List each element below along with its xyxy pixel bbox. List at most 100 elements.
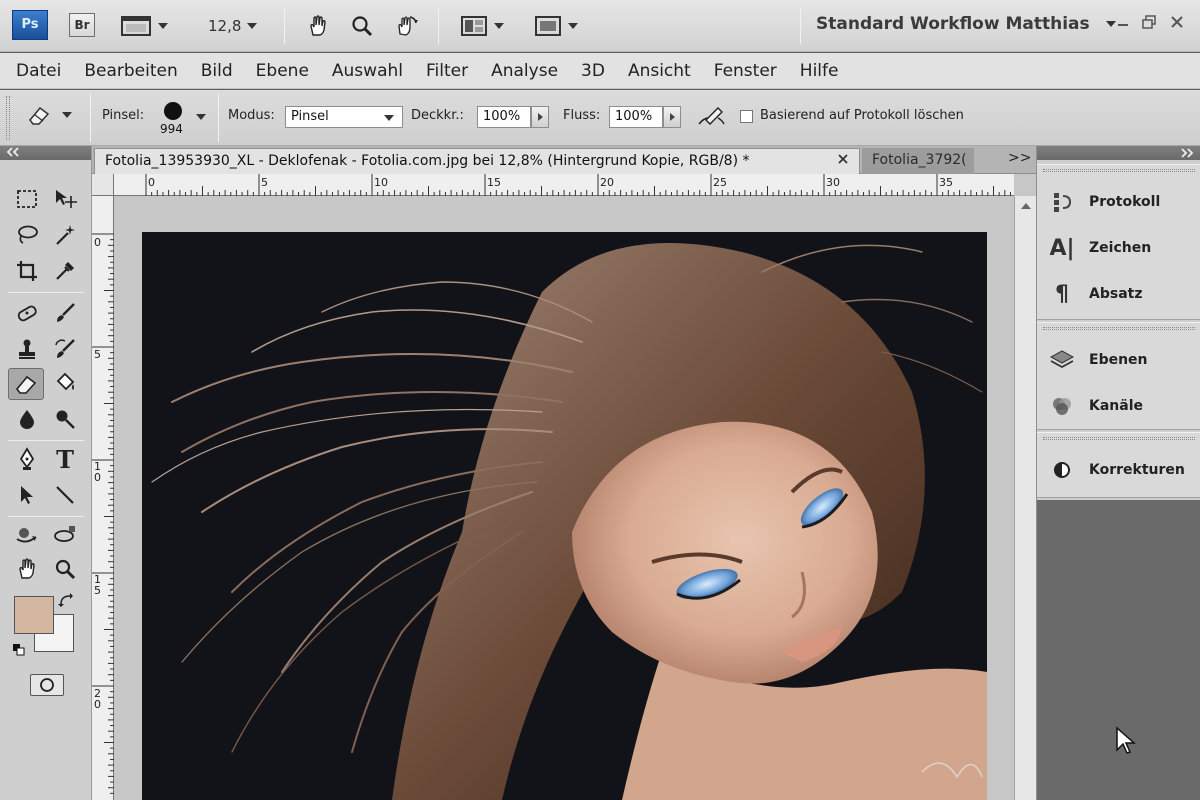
dodge-tool[interactable] [48, 404, 82, 434]
type-icon: T [56, 444, 74, 474]
path-selection-tool[interactable] [10, 480, 44, 510]
zoom-tool-button[interactable] [350, 12, 374, 40]
vertical-ruler[interactable]: 0 5 1 0 1 5 2 0 [92, 196, 114, 800]
tool-preset-picker[interactable] [26, 104, 72, 126]
rotate-view-button[interactable] [394, 12, 420, 40]
menu-bearbeiten[interactable]: Bearbeiten [84, 61, 177, 81]
document-canvas[interactable] [142, 232, 987, 800]
close-tab-button[interactable] [837, 153, 849, 169]
horizontal-ruler[interactable]: 0 5 10 15 20 25 30 35 [114, 174, 1014, 196]
menu-datei[interactable]: Datei [16, 61, 61, 81]
panel-ebenen[interactable]: Ebenen [1049, 347, 1148, 373]
scroll-up-icon[interactable] [1015, 196, 1036, 216]
document-tab-inactive[interactable]: Fotolia_3792( [862, 148, 974, 174]
menu-auswahl[interactable]: Auswahl [332, 61, 403, 81]
menu-3d[interactable]: 3D [581, 61, 605, 81]
type-tool[interactable]: T [48, 444, 82, 474]
flow-field[interactable]: 100% [609, 106, 663, 128]
panel-protokoll[interactable]: Protokoll [1049, 189, 1160, 215]
quick-mask-icon [40, 678, 54, 692]
document-tab-active[interactable]: Fotolia_13953930_XL - Deklofenak - Fotol… [94, 148, 860, 174]
erase-to-history-checkbox[interactable] [740, 110, 753, 123]
tools-panel-header[interactable] [0, 146, 91, 160]
opacity-slider-button[interactable] [531, 106, 549, 128]
workspace-switcher[interactable]: Standard Workflow Matthias [816, 14, 1116, 34]
photoshop-window: Ps Br 12,8 Standard Workflow Matthias Da… [0, 0, 1200, 800]
paint-bucket-tool[interactable] [48, 368, 82, 398]
brush-tool[interactable] [48, 298, 82, 328]
screen-mode-button[interactable] [120, 12, 168, 40]
swap-colors-button[interactable] [58, 592, 74, 612]
ruler-label: 30 [826, 176, 840, 189]
menu-analyse[interactable]: Analyse [491, 61, 558, 81]
hand-tool[interactable] [10, 554, 44, 584]
default-colors-button[interactable] [12, 642, 26, 661]
options-grip[interactable] [6, 96, 10, 140]
quick-mask-button[interactable] [30, 674, 64, 696]
menu-hilfe[interactable]: Hilfe [800, 61, 839, 81]
zoom-tool[interactable] [48, 554, 82, 584]
mode-select[interactable]: Pinsel [285, 106, 403, 128]
flow-label: Fluss: [563, 108, 601, 123]
magic-wand-tool[interactable] [48, 220, 82, 250]
3d-rotate-tool[interactable] [10, 520, 44, 550]
chevron-down-icon [1105, 21, 1116, 27]
move-tool[interactable] [48, 184, 82, 214]
character-icon: A| [1049, 235, 1075, 261]
panel-zeichen[interactable]: A| Zeichen [1049, 235, 1151, 261]
airbrush-button[interactable] [696, 104, 726, 132]
panel-absatz[interactable]: ¶ Absatz [1049, 281, 1142, 307]
menu-bar: Datei Bearbeiten Bild Ebene Auswahl Filt… [0, 53, 1200, 89]
foreground-color-swatch[interactable] [14, 596, 54, 634]
swap-colors-icon [58, 593, 73, 607]
panel-group-grip[interactable] [1043, 327, 1195, 330]
bridge-button[interactable]: Br [69, 13, 95, 37]
restore-button[interactable] [1142, 14, 1156, 33]
panel-dock-header[interactable] [1037, 146, 1200, 160]
more-tabs-button[interactable]: >> [1008, 150, 1031, 166]
menu-bild[interactable]: Bild [201, 61, 233, 81]
opacity-field[interactable]: 100% [477, 106, 531, 128]
default-colors-icon [13, 644, 25, 656]
marquee-tool[interactable] [10, 184, 44, 214]
brush-picker[interactable]: 994 [160, 98, 188, 138]
zoom-level-select[interactable]: 12,8 [208, 12, 258, 40]
dodge-icon [56, 410, 75, 429]
pen-tool[interactable] [10, 444, 44, 474]
vertical-scrollbar[interactable] [1014, 196, 1036, 800]
menu-ebene[interactable]: Ebene [256, 61, 309, 81]
3d-orbit-tool[interactable] [48, 520, 82, 550]
marquee-icon [17, 190, 37, 208]
magic-wand-icon [56, 225, 75, 245]
chevron-down-icon [494, 23, 504, 29]
healing-brush-tool[interactable] [10, 298, 44, 328]
clone-stamp-tool[interactable] [10, 334, 44, 364]
menu-filter[interactable]: Filter [426, 61, 468, 81]
crop-tool[interactable] [10, 256, 44, 286]
chevron-down-icon[interactable] [196, 114, 206, 120]
lasso-tool[interactable] [10, 220, 44, 250]
mouse-cursor-icon [1116, 726, 1136, 754]
menu-ansicht[interactable]: Ansicht [628, 61, 691, 81]
hand-tool-icon [310, 15, 326, 36]
panel-korrekturen[interactable]: Korrekturen [1049, 457, 1185, 483]
lasso-icon [18, 225, 38, 244]
panel-kanaele[interactable]: Kanäle [1049, 393, 1143, 419]
ruler-label: 1 0 [94, 460, 101, 484]
screen-mode-select-button[interactable] [534, 12, 578, 40]
hand-tool-button[interactable] [306, 12, 330, 40]
eraser-tool[interactable] [8, 368, 44, 400]
minimize-button[interactable] [1116, 14, 1130, 33]
ruler-origin[interactable] [92, 174, 114, 196]
arrange-documents-button[interactable] [460, 12, 504, 40]
blur-tool[interactable] [10, 404, 44, 434]
close-button[interactable] [1170, 14, 1184, 33]
line-tool[interactable] [48, 480, 82, 510]
eyedropper-tool[interactable] [48, 256, 82, 286]
ruler-label: 0 [148, 176, 155, 189]
history-brush-tool[interactable] [48, 334, 82, 364]
flow-slider-button[interactable] [663, 106, 681, 128]
panel-group-grip[interactable] [1043, 437, 1195, 440]
menu-fenster[interactable]: Fenster [714, 61, 777, 81]
panel-group-grip[interactable] [1043, 169, 1195, 172]
